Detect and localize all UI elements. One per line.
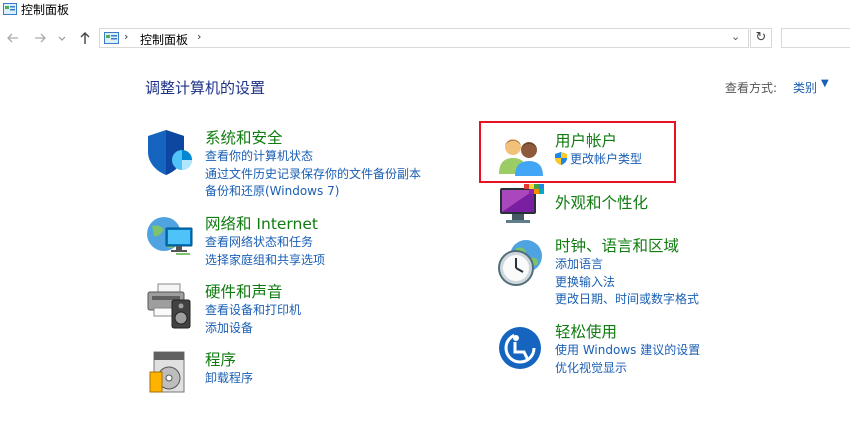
category-programs: 程序 卸载程序 bbox=[205, 350, 253, 388]
monitor-palette-icon[interactable] bbox=[498, 184, 544, 230]
link-change-account-type-label: 更改帐户类型 bbox=[570, 152, 643, 166]
view-by-label: 查看方式: bbox=[725, 81, 778, 95]
printer-speaker-icon[interactable] bbox=[146, 282, 194, 330]
ease-of-access-icon[interactable] bbox=[498, 326, 542, 370]
link-network-status[interactable]: 查看网络状态和任务 bbox=[205, 234, 325, 252]
link-homegroup-sharing[interactable]: 选择家庭组和共享选项 bbox=[205, 252, 325, 270]
category-clock-region: 时钟、语言和区域 添加语言 更换输入法 更改日期、时间或数字格式 bbox=[555, 236, 699, 309]
chevron-right-icon[interactable]: › bbox=[197, 30, 201, 43]
link-add-language[interactable]: 添加语言 bbox=[555, 256, 699, 274]
category-title-system-security[interactable]: 系统和安全 bbox=[205, 128, 421, 148]
link-recommended-settings[interactable]: 使用 Windows 建议的设置 bbox=[555, 342, 700, 360]
category-title-ease-of-access[interactable]: 轻松使用 bbox=[555, 322, 700, 342]
chevron-right-icon[interactable]: › bbox=[124, 30, 128, 43]
link-change-account-type[interactable]: 更改帐户类型 bbox=[555, 151, 642, 169]
control-panel-icon bbox=[3, 3, 17, 15]
control-panel-icon bbox=[104, 32, 119, 44]
link-backup-restore[interactable]: 备份和还原(Windows 7) bbox=[205, 183, 421, 201]
address-bar[interactable]: › 控制面板 › ⌄ bbox=[99, 28, 749, 48]
chevron-down-icon[interactable]: ▼ bbox=[821, 78, 829, 89]
category-title-network[interactable]: 网络和 Internet bbox=[205, 214, 325, 234]
network-globe-icon[interactable] bbox=[146, 214, 196, 260]
users-icon[interactable] bbox=[498, 136, 544, 176]
category-ease-of-access: 轻松使用 使用 Windows 建议的设置 优化视觉显示 bbox=[555, 322, 700, 377]
page-title: 调整计算机的设置 bbox=[145, 79, 266, 97]
link-devices-printers[interactable]: 查看设备和打印机 bbox=[205, 302, 301, 320]
programs-disc-icon[interactable] bbox=[148, 350, 190, 396]
category-title-hardware-sound[interactable]: 硬件和声音 bbox=[205, 282, 301, 302]
shield-icon[interactable] bbox=[146, 128, 194, 176]
link-change-date-time-format[interactable]: 更改日期、时间或数字格式 bbox=[555, 291, 699, 309]
category-title-programs[interactable]: 程序 bbox=[205, 350, 253, 370]
category-user-accounts: 用户帐户 更改帐户类型 bbox=[555, 131, 642, 169]
link-uninstall-program[interactable]: 卸载程序 bbox=[205, 370, 253, 388]
uac-shield-icon bbox=[555, 152, 567, 165]
category-title-clock-region[interactable]: 时钟、语言和区域 bbox=[555, 236, 699, 256]
link-change-input-method[interactable]: 更换输入法 bbox=[555, 274, 699, 292]
category-title-user-accounts[interactable]: 用户帐户 bbox=[555, 131, 642, 151]
category-system-security: 系统和安全 查看你的计算机状态 通过文件历史记录保存你的文件备份副本 备份和还原… bbox=[205, 128, 421, 201]
chevron-down-icon[interactable] bbox=[56, 29, 68, 47]
up-arrow-icon[interactable] bbox=[76, 29, 94, 47]
category-appearance: 外观和个性化 bbox=[555, 193, 648, 213]
link-view-computer-status[interactable]: 查看你的计算机状态 bbox=[205, 148, 421, 166]
window-title: 控制面板 bbox=[21, 3, 70, 17]
title-bar: 控制面板 bbox=[0, 0, 850, 24]
search-input[interactable] bbox=[781, 28, 850, 48]
category-hardware-sound: 硬件和声音 查看设备和打印机 添加设备 bbox=[205, 282, 301, 337]
forward-arrow-icon[interactable] bbox=[31, 29, 49, 47]
category-title-appearance[interactable]: 外观和个性化 bbox=[555, 193, 648, 213]
address-dropdown-icon[interactable]: ⌄ bbox=[731, 30, 740, 43]
back-arrow-icon[interactable] bbox=[4, 29, 22, 47]
link-add-device[interactable]: 添加设备 bbox=[205, 320, 301, 338]
clock-globe-icon[interactable] bbox=[496, 238, 546, 288]
link-file-history-backup[interactable]: 通过文件历史记录保存你的文件备份副本 bbox=[205, 166, 421, 184]
breadcrumb-control-panel[interactable]: 控制面板 bbox=[140, 31, 188, 48]
link-optimize-visual-display[interactable]: 优化视觉显示 bbox=[555, 360, 700, 378]
view-by-dropdown[interactable]: 类别 bbox=[793, 79, 817, 96]
refresh-icon[interactable]: ↻ bbox=[750, 28, 772, 48]
category-network: 网络和 Internet 查看网络状态和任务 选择家庭组和共享选项 bbox=[205, 214, 325, 269]
